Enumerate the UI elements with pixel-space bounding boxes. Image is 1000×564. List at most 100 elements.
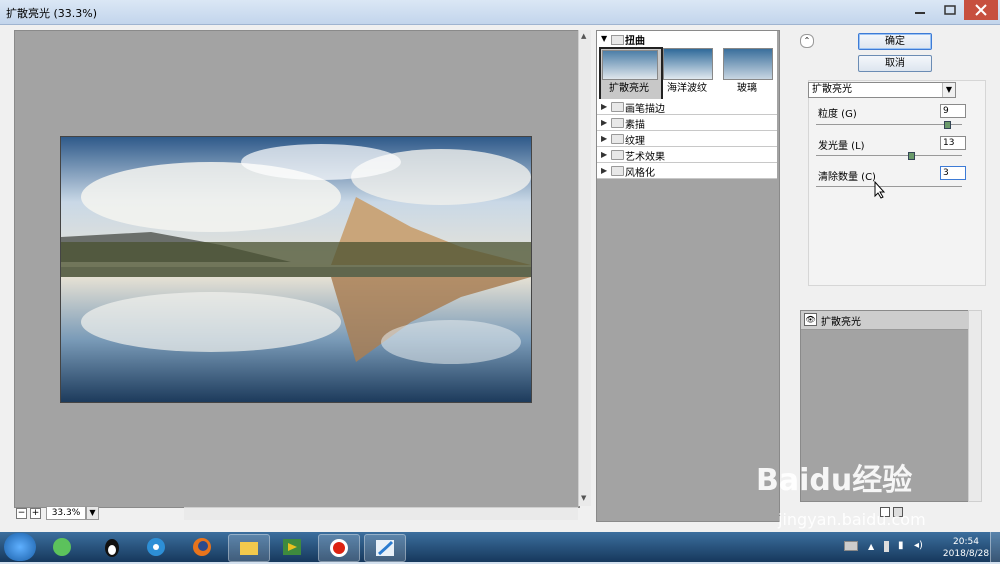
keyboard-icon[interactable] (844, 541, 858, 551)
folder-icon (240, 542, 258, 555)
film-reel-icon (147, 538, 165, 556)
minimize-button[interactable] (906, 0, 934, 20)
folder-icon (611, 166, 624, 176)
param-slider-graininess[interactable] (816, 124, 962, 125)
group-label: 艺术效果 (625, 152, 665, 163)
param-label-glow-amount: 发光量 (L) (818, 141, 865, 152)
clock-time: 20:54 (953, 537, 979, 547)
close-button[interactable] (964, 0, 998, 20)
taskbar-app-media[interactable] (136, 534, 176, 560)
globe-icon (53, 538, 71, 556)
group-label: 画笔描边 (625, 104, 665, 115)
group-brush-strokes[interactable]: ▶ 画笔描边 (597, 99, 777, 115)
param-input-clear-amount[interactable]: 3 (940, 166, 966, 180)
expanded-triangle-icon[interactable]: ▼ (601, 34, 607, 43)
collapse-gallery-button[interactable]: ⌃ (800, 34, 814, 48)
param-slider-clear-amount[interactable] (816, 186, 962, 187)
thumbnail-ocean-ripple[interactable] (663, 48, 713, 80)
zoom-controls: − + 33.3% ▼ (16, 506, 186, 520)
param-slider-glow-amount[interactable] (816, 155, 962, 156)
start-button[interactable] (4, 533, 36, 561)
group-label: 素描 (625, 120, 645, 131)
minimize-icon (915, 12, 925, 14)
preview-image (60, 136, 532, 403)
battery-icon[interactable] (884, 541, 889, 552)
clock-date: 2018/8/28 (942, 549, 990, 559)
title-bar: 扩散亮光 (33.3%) (0, 0, 1000, 25)
system-clock[interactable]: 20:54 2018/8/28 (936, 536, 996, 560)
window-title: 扩散亮光 (33.3%) (6, 7, 98, 20)
collapsed-triangle-icon: ▶ (601, 118, 608, 127)
layers-scrollbar[interactable] (968, 310, 982, 502)
eye-icon[interactable]: 👁 (804, 313, 817, 326)
effect-layer-row[interactable]: 👁 扩散亮光 (801, 311, 969, 330)
watermark-url: jingyan.baidu.com (778, 510, 926, 529)
group-sketch[interactable]: ▶ 素描 (597, 115, 777, 131)
watermark-logo: Baidu经验 (756, 463, 913, 498)
preview-vertical-scrollbar[interactable]: ▲ ▼ (578, 30, 591, 506)
param-input-glow-amount[interactable]: 13 (940, 136, 966, 150)
show-hidden-icons-icon[interactable]: ▲ (868, 542, 874, 551)
play-icon (283, 539, 301, 555)
filter-gallery-panel: ▼ 扭曲 扩散亮光 海洋波纹 玻璃 ▶ 画笔描边 ▶ 素描 ▶ 纹理 ▶ 艺术效… (596, 30, 780, 522)
network-icon[interactable]: ▮ (898, 540, 904, 551)
mouse-cursor-icon (874, 180, 886, 202)
zoom-level: 33.3% (46, 506, 86, 520)
landscape-image (61, 137, 531, 402)
thumbnail-label: 扩散亮光 (609, 83, 649, 94)
collapsed-triangle-icon: ▶ (601, 150, 608, 159)
ok-button[interactable]: 确定 (858, 33, 932, 50)
collapsed-triangle-icon: ▶ (601, 166, 608, 175)
folder-icon (611, 118, 624, 128)
scroll-down-icon[interactable]: ▼ (581, 494, 586, 502)
cancel-button[interactable]: 取消 (858, 55, 932, 72)
chevron-down-icon: ▼ (942, 83, 955, 97)
maximize-button[interactable] (936, 0, 964, 20)
feather-icon (376, 540, 394, 556)
effect-layer-name: 扩散亮光 (821, 317, 861, 328)
taskbar-app-qq[interactable] (92, 534, 132, 560)
slider-handle[interactable] (944, 121, 952, 129)
folder-icon (611, 150, 624, 160)
taskbar-app-recorder[interactable] (318, 534, 360, 562)
folder-icon (611, 134, 624, 144)
slider-handle[interactable] (907, 152, 915, 160)
group-label: 纹理 (625, 136, 645, 147)
group-texture[interactable]: ▶ 纹理 (597, 131, 777, 147)
record-icon (330, 539, 348, 557)
zoom-dropdown-button[interactable]: ▼ (86, 506, 99, 520)
taskbar-app-browser[interactable] (42, 534, 82, 560)
thumbnail-label: 玻璃 (737, 83, 757, 94)
zoom-out-button[interactable]: − (16, 508, 27, 519)
filter-select[interactable]: 扩散亮光 ▼ (808, 82, 956, 98)
collapsed-triangle-icon: ▶ (601, 134, 608, 143)
param-input-graininess[interactable]: 9 (940, 104, 966, 118)
group-label: 风格化 (625, 168, 655, 179)
thumbnail-glass[interactable] (723, 48, 773, 80)
penguin-icon (105, 539, 119, 557)
collapsed-triangle-icon: ▶ (601, 102, 608, 111)
param-label-graininess: 粒度 (G) (818, 109, 857, 120)
volume-icon[interactable]: ◂) (914, 540, 923, 551)
param-label-clear-amount: 清除数量 (C) (818, 172, 876, 183)
filter-gallery-window: 扩散亮光 (33.3%) ▲ ▼ − + 33.3% ▼ ▼ 扭曲 扩散亮光 海… (0, 0, 1000, 532)
taskbar-app-player[interactable] (272, 534, 312, 560)
group-stylize[interactable]: ▶ 风格化 (597, 163, 777, 179)
thumbnail-diffuse-glow[interactable] (602, 50, 658, 80)
thumbnail-label: 海洋波纹 (667, 83, 707, 94)
folder-icon (611, 35, 624, 45)
zoom-in-button[interactable]: + (30, 508, 41, 519)
taskbar: ▲ ▮ ◂) (0, 532, 1000, 562)
firefox-icon (193, 538, 211, 556)
close-icon (975, 4, 987, 16)
preview-horizontal-scrollbar[interactable] (184, 507, 578, 520)
maximize-icon (944, 5, 956, 15)
group-title[interactable]: 扭曲 (625, 32, 645, 47)
taskbar-app-firefox[interactable] (182, 534, 222, 560)
scroll-up-icon[interactable]: ▲ (581, 32, 586, 40)
filter-select-value: 扩散亮光 (812, 84, 852, 95)
group-artistic[interactable]: ▶ 艺术效果 (597, 147, 777, 163)
taskbar-app-photoshop[interactable] (364, 534, 406, 562)
taskbar-app-explorer[interactable] (228, 534, 270, 562)
folder-icon (611, 102, 624, 112)
